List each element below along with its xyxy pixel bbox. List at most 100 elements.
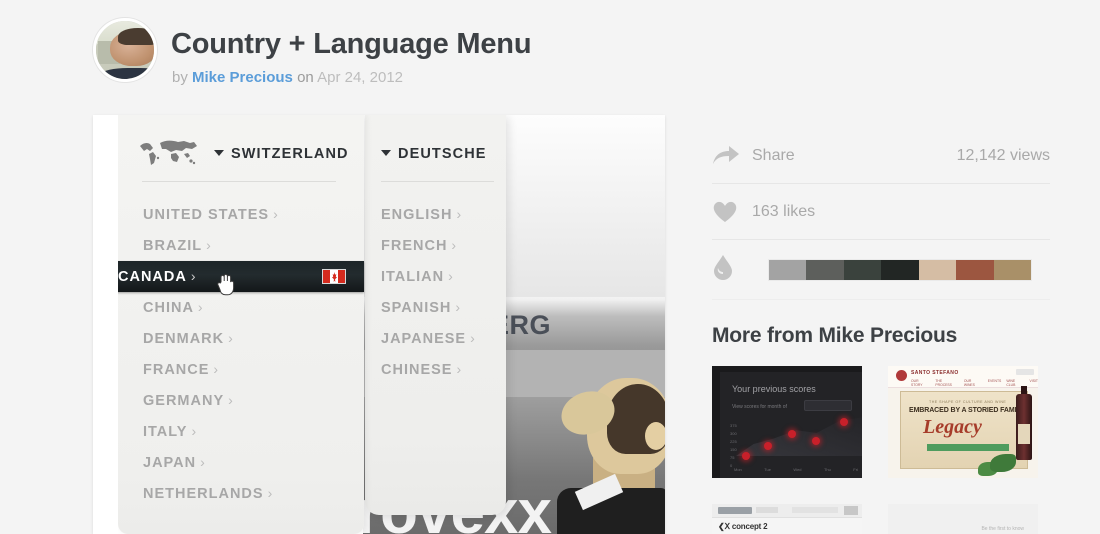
chevron-right-icon: › xyxy=(273,206,279,222)
chevron-right-icon: › xyxy=(267,485,274,501)
thumb2-leaf xyxy=(990,454,1016,472)
palette-swatch[interactable] xyxy=(881,259,919,280)
language-panel-header[interactable]: DEUTSCHE xyxy=(365,115,506,187)
language-selected-label: DEUTSCHE xyxy=(381,146,487,162)
person-ear xyxy=(645,422,665,450)
chevron-right-icon: › xyxy=(456,361,463,377)
country-menu-item[interactable]: ITALY › xyxy=(118,416,364,447)
avatar[interactable] xyxy=(93,18,157,82)
chevron-right-icon: › xyxy=(228,392,234,408)
palette-swatch[interactable] xyxy=(918,259,957,280)
caret-down-icon xyxy=(214,150,224,157)
country-menu-item-label: BRAZIL xyxy=(143,238,203,254)
country-menu-item-label: GERMANY xyxy=(143,393,225,409)
country-dropdown-panel[interactable]: SWITZERLAND UNITED STATES › BRAZIL › CANADA ›… xyxy=(118,115,364,534)
share-arrow-icon xyxy=(712,142,752,170)
country-menu-item[interactable]: FRANCE › xyxy=(118,354,364,385)
avatar-shirt xyxy=(102,67,154,79)
avatar-hair xyxy=(118,27,154,46)
related-shot-concept-2[interactable]: ❮Ⅹ concept 2 INDOOR ROWERSOARSSKIERGSTOR… xyxy=(712,504,862,534)
shot-header: Country + Language Menu by Mike Precious… xyxy=(93,14,693,94)
country-menu-item-label: FRANCE xyxy=(143,362,210,378)
heart-icon xyxy=(712,198,752,226)
chevron-right-icon: › xyxy=(228,330,234,346)
thumb2-bottle-label xyxy=(1018,424,1030,444)
country-menu-item[interactable]: JAPAN › xyxy=(118,447,364,478)
thumb1-month-select[interactable] xyxy=(804,400,852,411)
more-from-author-title: More from Mike Precious xyxy=(712,324,958,347)
thumb2-logo-icon xyxy=(896,370,907,381)
byline: by Mike Precious on Apr 24, 2012 xyxy=(172,69,403,86)
share-row[interactable]: Share 12,142 views xyxy=(712,128,1050,184)
thumb1-data-point xyxy=(742,452,750,460)
language-menu-item-label: FRENCH xyxy=(381,238,448,254)
thumb3-logo-mark: ❮Ⅹ xyxy=(718,522,730,531)
language-menu-item-label: ITALIAN xyxy=(381,269,445,285)
country-menu-item-label: JAPAN xyxy=(143,455,197,471)
language-menu-item[interactable]: ITALIAN › xyxy=(365,261,506,292)
country-menu-item[interactable]: BRAZIL › xyxy=(118,230,364,261)
palette-swatch[interactable] xyxy=(806,259,844,280)
language-dropdown-panel[interactable]: DEUTSCHE ENGLISH › FRENCH › ITALIAN › SPANISH ›… xyxy=(365,115,506,515)
chevron-right-icon: › xyxy=(470,330,476,346)
chevron-right-icon: › xyxy=(191,423,198,439)
country-menu-list: UNITED STATES › BRAZIL › CANADA › CHINA › DENMAR… xyxy=(118,199,364,509)
palette-swatch[interactable] xyxy=(769,259,807,280)
related-shot-analytics-dashboard[interactable]: Your previous scores View scores for mon… xyxy=(712,366,862,478)
thumb3-pill xyxy=(844,506,858,515)
shot-sidebar: Share 12,142 views 163 likes More from M… xyxy=(712,128,1050,534)
thumb3-brand: ❮Ⅹ concept 2 xyxy=(718,522,768,531)
palette-swatch[interactable] xyxy=(993,259,1031,280)
country-selected-text: SWITZERLAND xyxy=(231,146,349,162)
thumb2-headline: EMBRACED BY A STORIED FAMILY xyxy=(909,407,1025,414)
thumb1-data-point xyxy=(812,437,820,445)
color-drop-icon xyxy=(712,254,734,285)
thumb4-heading: Be the first to know xyxy=(981,526,1024,532)
shot-image: ERG rovexx DEUTSCHE xyxy=(118,115,665,534)
country-menu-item[interactable]: CANADA › xyxy=(118,261,364,296)
country-menu-item[interactable]: NETHERLANDS › xyxy=(118,478,364,509)
thumb3-logo-pill xyxy=(718,507,752,514)
page-title: Country + Language Menu xyxy=(171,28,532,60)
language-menu-item[interactable]: FRENCH › xyxy=(365,230,506,261)
chevron-right-icon: › xyxy=(206,237,212,253)
language-menu-item-label: JAPANESE xyxy=(381,331,467,347)
language-panel-divider xyxy=(381,181,494,182)
thumb1-data-point xyxy=(764,442,772,450)
country-menu-item[interactable]: DENMARK › xyxy=(118,323,364,354)
likes-label[interactable]: 163 likes xyxy=(752,203,815,221)
publish-date: Apr 24, 2012 xyxy=(317,69,404,86)
palette-swatch[interactable] xyxy=(843,259,882,280)
country-panel-header[interactable]: SWITZERLAND xyxy=(118,115,364,187)
thumb1-subtitle: View scores for month of xyxy=(732,404,787,410)
thumb1-x-axis: Mon Tue Wed Thu Fri xyxy=(734,467,858,472)
language-menu-item[interactable]: JAPANESE › xyxy=(365,323,506,354)
photo-person xyxy=(533,378,665,534)
language-menu-item[interactable]: SPANISH › xyxy=(365,292,506,323)
country-menu-item[interactable]: CHINA › xyxy=(118,292,364,323)
related-shot-newsletter-signup[interactable]: Be the first to know Email address xyxy=(888,504,1038,534)
country-menu-item[interactable]: GERMANY › xyxy=(118,385,364,416)
related-shot-santo-stefano[interactable]: SANTO STEFANO OUR STORY THE PROCESS OUR WI… xyxy=(888,366,1038,478)
author-link[interactable]: Mike Precious xyxy=(192,69,293,86)
country-menu-item[interactable]: UNITED STATES › xyxy=(118,199,364,230)
share-label[interactable]: Share xyxy=(752,147,795,165)
byline-by-label: by xyxy=(172,69,188,86)
byline-on-label: on xyxy=(297,69,314,86)
thumb1-data-point xyxy=(788,430,796,438)
thumb2-script-word: Legacy xyxy=(923,416,982,438)
country-menu-item-label: CHINA xyxy=(143,300,194,316)
chevron-right-icon: › xyxy=(213,361,220,377)
country-selected-label: SWITZERLAND xyxy=(214,146,349,162)
language-menu-item[interactable]: ENGLISH › xyxy=(365,199,506,230)
caret-down-icon xyxy=(381,150,391,157)
language-menu-item[interactable]: CHINESE › xyxy=(365,354,506,385)
likes-row[interactable]: 163 likes xyxy=(712,184,1050,240)
thumb3-brand-text: concept 2 xyxy=(731,522,768,531)
palette-swatch[interactable] xyxy=(956,259,994,280)
thumb2-green-bar xyxy=(927,444,1009,451)
country-menu-item-label: NETHERLANDS xyxy=(143,486,264,502)
shot-image-card[interactable]: ERG rovexx DEUTSCHE xyxy=(93,115,665,534)
thumb1-title: Your previous scores xyxy=(732,384,816,394)
chevron-right-icon: › xyxy=(455,299,462,315)
